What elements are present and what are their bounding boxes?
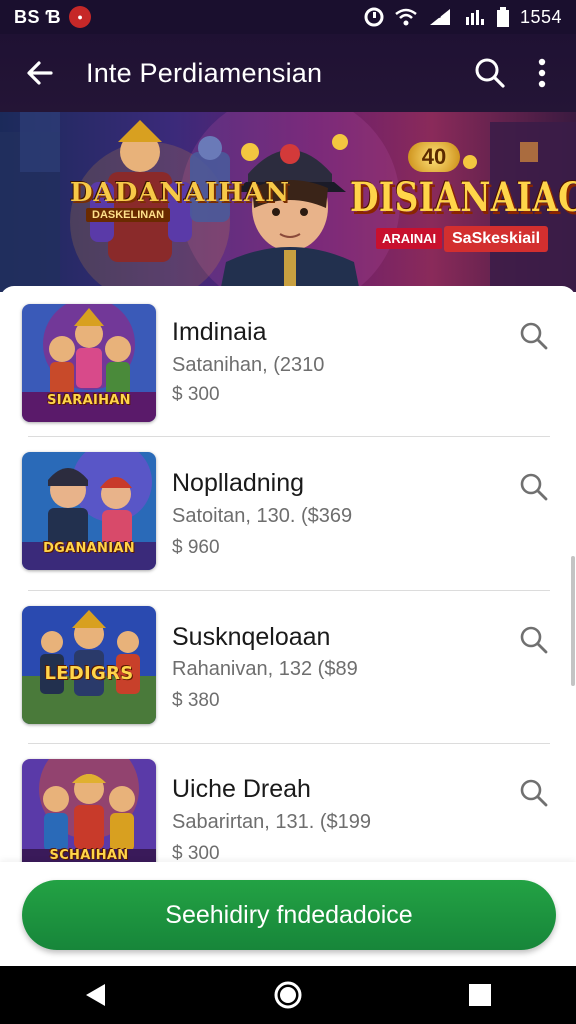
- search-icon: [520, 626, 548, 654]
- data-icon: [464, 7, 486, 27]
- item-subtitle: Rahanivan, 132 ($89: [172, 658, 358, 680]
- banner-tag-right: SaSkeskiail: [444, 226, 549, 252]
- list-item[interactable]: DGANANIAN Noplladning Satoitan, 130. ($3…: [0, 439, 576, 591]
- list-item[interactable]: SIARAIHAN Imdinaia Satanihan, (2310 $ 30…: [0, 286, 576, 438]
- item-search-button[interactable]: [512, 465, 556, 509]
- recents-square-icon: [469, 984, 491, 1006]
- banner-left-logo: DADANAIHAN: [70, 178, 291, 208]
- status-time: 1554: [519, 6, 562, 27]
- list-divider: [28, 590, 550, 591]
- item-thumbnail-label: SIARAIHAN: [47, 393, 131, 408]
- item-search-button[interactable]: [512, 771, 556, 815]
- back-button[interactable]: [8, 41, 72, 105]
- item-search-button[interactable]: [512, 618, 556, 662]
- wifi-icon: [394, 7, 418, 27]
- item-name: Uiche Dreah: [172, 775, 311, 803]
- item-thumbnail: SIARAIHAN: [22, 304, 156, 422]
- banner-badge: 40: [408, 142, 460, 172]
- status-right: 4G 1554: [364, 7, 562, 28]
- item-subtitle: Satanihan, (2310: [172, 354, 325, 376]
- list-item[interactable]: LEDIGRS Susknqeloaan Rahanivan, 132 ($89…: [0, 592, 576, 744]
- search-icon: [520, 473, 548, 501]
- home-circle-icon: [274, 981, 302, 1009]
- more-options-button[interactable]: [516, 41, 568, 105]
- search-icon: [520, 322, 548, 350]
- item-price: $ 960: [172, 537, 220, 558]
- nav-home-button[interactable]: [248, 966, 328, 1024]
- scrollbar-thumb[interactable]: [571, 556, 575, 686]
- item-name: Noplladning: [172, 469, 305, 497]
- alarm-icon: [364, 7, 384, 27]
- promo-banner[interactable]: DADANAIHAN DASKELINAN DISIANAIAC 40 ARAI…: [0, 112, 576, 292]
- nav-recents-button[interactable]: [440, 966, 520, 1024]
- item-thumbnail: SCHAIHAN: [22, 759, 156, 862]
- list-item[interactable]: SCHAIHAN Uiche Dreah Sabarirtan, 131. ($…: [0, 745, 576, 862]
- signal-icon: 4G: [428, 7, 454, 27]
- banner-tag-left: ARAINAI: [376, 228, 443, 249]
- notification-dot-icon: ●: [69, 6, 92, 28]
- svg-text:4G: 4G: [430, 11, 441, 20]
- more-vert-icon: [538, 58, 546, 88]
- item-thumbnail-label: LEDIGRS: [44, 663, 134, 684]
- primary-action-button[interactable]: Seehidiry fndedadoice: [22, 880, 556, 950]
- item-price: $ 300: [172, 384, 220, 405]
- item-name: Imdinaia: [172, 318, 267, 346]
- status-bar: BS Ɓ ● 4G 1554: [0, 0, 576, 34]
- bottom-action-area: Seehidiry fndedadoice: [0, 862, 576, 966]
- page-title: Inte Perdiamensian: [86, 57, 323, 88]
- item-thumbnail-label: DGANANIAN: [43, 541, 135, 556]
- item-subtitle: Sabarirtan, 131. ($199: [172, 811, 372, 833]
- item-search-button[interactable]: [512, 314, 556, 358]
- item-thumbnail-label: SCHAIHAN: [49, 848, 129, 862]
- item-thumbnail: LEDIGRS: [22, 606, 156, 724]
- banner-left-logo-sub: DASKELINAN: [86, 208, 171, 222]
- nav-back-button[interactable]: [56, 966, 136, 1024]
- back-triangle-icon: [86, 984, 105, 1006]
- list-divider: [28, 743, 550, 744]
- battery-icon: [496, 7, 510, 27]
- search-icon: [520, 779, 548, 807]
- banner-right-logo: DISIANAIAC: [350, 174, 576, 221]
- carrier-label: BS Ɓ: [14, 6, 62, 27]
- list-divider: [28, 436, 550, 437]
- item-subtitle: Satoitan, 130. ($369: [172, 505, 353, 527]
- item-price: $ 300: [172, 843, 220, 862]
- item-thumbnail: DGANANIAN: [22, 452, 156, 570]
- status-left: BS Ɓ ●: [14, 6, 92, 28]
- item-name: Susknqeloaan: [172, 623, 331, 651]
- item-price: $ 380: [172, 690, 220, 711]
- back-arrow-icon: [27, 61, 53, 85]
- game-list: SIARAIHAN Imdinaia Satanihan, (2310 $ 30…: [0, 286, 576, 862]
- system-nav-bar: [0, 966, 576, 1024]
- search-icon: [475, 58, 505, 88]
- app-bar: Inte Perdiamensian: [0, 34, 576, 112]
- search-button[interactable]: [464, 41, 516, 105]
